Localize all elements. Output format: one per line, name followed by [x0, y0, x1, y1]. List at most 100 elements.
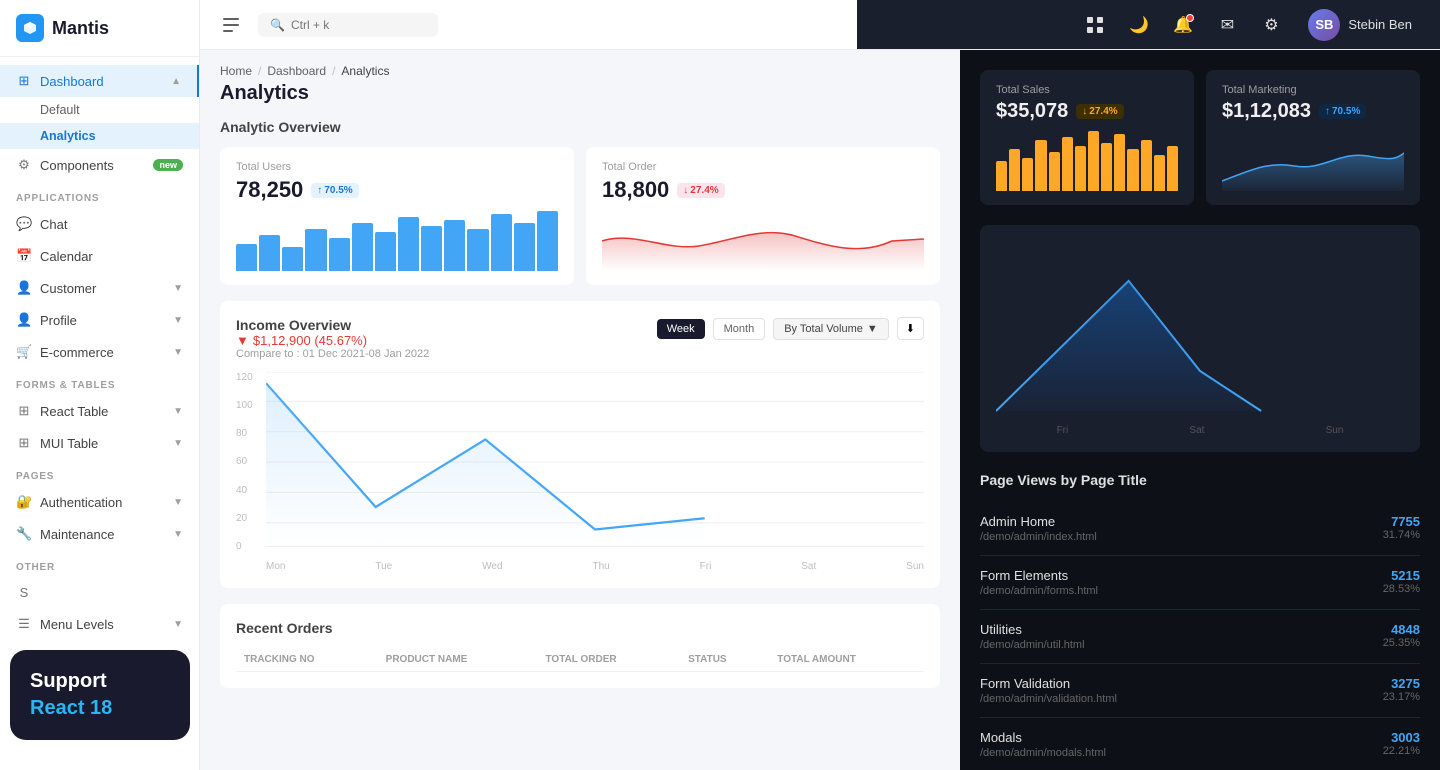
- topnav: 🔍 🌙 🔔 ✉ ⚙ SB Stebin Ben: [200, 0, 1440, 50]
- page-view-count-1: 5215: [1383, 568, 1420, 583]
- volume-button[interactable]: By Total Volume ▼: [773, 318, 889, 340]
- auth-icon: 🔐: [16, 494, 32, 510]
- search-input[interactable]: [291, 18, 411, 32]
- settings-button[interactable]: ⚙: [1256, 10, 1286, 40]
- react-table-label: React Table: [40, 404, 108, 419]
- menu-toggle-button[interactable]: [216, 10, 246, 40]
- sidebar-item-components[interactable]: ⚙ Components new: [0, 149, 199, 181]
- mui-table-label: MUI Table: [40, 436, 98, 451]
- income-controls: Week Month By Total Volume ▼ ⬇: [657, 317, 924, 340]
- stat-card-total-order: Total Order 18,800 ↓ 27.4%: [586, 147, 940, 285]
- page-view-url-2: /demo/admin/util.html: [980, 639, 1085, 651]
- left-panel: Home / Dashboard / Analytics Analytics A…: [200, 50, 960, 770]
- breadcrumb-home[interactable]: Home: [220, 64, 252, 78]
- user-avatar-button[interactable]: SB Stebin Ben: [1300, 5, 1420, 45]
- page-view-item-1: Form Elements /demo/admin/forms.html 521…: [980, 556, 1420, 610]
- ecommerce-icon: 🛒: [16, 344, 32, 360]
- notification-badge: [1186, 14, 1194, 22]
- right-panel: Total Sales $35,078 ↓ 27.4%: [960, 50, 1440, 770]
- theme-toggle-button[interactable]: 🌙: [1124, 10, 1154, 40]
- section-label-applications: Applications: [0, 181, 199, 208]
- x-label-sun: Sun: [906, 561, 924, 572]
- breadcrumb-dashboard[interactable]: Dashboard: [267, 64, 326, 78]
- sidebar-subitem-default[interactable]: Default: [0, 97, 199, 123]
- sidebar-item-ecommerce[interactable]: 🛒 E-commerce ▼: [0, 336, 199, 368]
- dark-stat-card-marketing: Total Marketing $1,12,083 ↑ 70.5%: [1206, 70, 1420, 205]
- dark-income-chart: [996, 241, 1404, 421]
- page-view-url-4: /demo/admin/modals.html: [980, 747, 1106, 759]
- month-button[interactable]: Month: [713, 318, 766, 340]
- sidebar-item-authentication[interactable]: 🔐 Authentication ▼: [0, 486, 199, 518]
- auth-chevron: ▼: [173, 497, 183, 508]
- income-overview-section: Income Overview ▼ $1,12,900 (45.67%) Com…: [220, 301, 940, 588]
- y-label-40: 40: [236, 485, 264, 496]
- y-label-20: 20: [236, 513, 264, 524]
- maintenance-icon: 🔧: [16, 526, 32, 542]
- sidebar-logo[interactable]: Mantis: [0, 0, 199, 57]
- income-compare: Compare to : 01 Dec 2021-08 Jan 2022: [236, 348, 429, 360]
- section-label-other: Other: [0, 550, 199, 577]
- total-users-chart: [236, 211, 558, 271]
- download-button[interactable]: ⬇: [897, 317, 924, 340]
- page-view-count-3: 3275: [1383, 676, 1420, 691]
- main-wrapper: 🔍 🌙 🔔 ✉ ⚙ SB Stebin Ben: [200, 0, 1440, 770]
- total-users-badge: ↑ 70.5%: [311, 183, 358, 198]
- sidebar-item-dashboard[interactable]: ⊞ Dashboard ▲: [0, 65, 199, 97]
- avatar: SB: [1308, 9, 1340, 41]
- sidebar-item-menu-levels[interactable]: ☰ Menu Levels ▼: [0, 608, 199, 640]
- sidebar-item-s[interactable]: S: [0, 577, 199, 608]
- week-button[interactable]: Week: [657, 319, 705, 339]
- support-popup[interactable]: Support React 18: [10, 650, 190, 740]
- y-label-120: 120: [236, 372, 264, 383]
- sales-chart: [996, 131, 1178, 191]
- income-chart: 120 100 80 60 40 20 0: [236, 372, 924, 572]
- menu-levels-label: Menu Levels: [40, 617, 114, 632]
- search-box[interactable]: 🔍: [258, 13, 438, 37]
- page-view-url-3: /demo/admin/validation.html: [980, 693, 1117, 705]
- breadcrumb: Home / Dashboard / Analytics: [200, 50, 960, 78]
- support-title: Support: [30, 670, 170, 693]
- calendar-icon: 📅: [16, 248, 32, 264]
- dark-x-sat: Sat: [1189, 425, 1204, 436]
- page-view-title-0: Admin Home: [980, 514, 1097, 529]
- mail-button[interactable]: ✉: [1212, 10, 1242, 40]
- sidebar-item-mui-table[interactable]: ⊞ MUI Table ▼: [0, 427, 199, 459]
- total-order-badge: ↓ 27.4%: [677, 183, 724, 198]
- profile-label: Profile: [40, 313, 77, 328]
- page-view-title-2: Utilities: [980, 622, 1085, 637]
- support-react18: React 18: [30, 697, 170, 720]
- page-view-title-1: Form Elements: [980, 568, 1098, 583]
- marketing-badge: ↑ 70.5%: [1319, 104, 1366, 119]
- notification-bell-button[interactable]: 🔔: [1168, 10, 1198, 40]
- y-label-80: 80: [236, 428, 264, 439]
- mui-table-icon: ⊞: [16, 435, 32, 451]
- page-view-item-0: Admin Home /demo/admin/index.html 7755 3…: [980, 502, 1420, 556]
- topnav-right: 🌙 🔔 ✉ ⚙ SB Stebin Ben: [1080, 5, 1420, 45]
- sidebar-item-calendar[interactable]: 📅 Calendar: [0, 240, 199, 272]
- menu-levels-chevron: ▼: [173, 619, 183, 630]
- sidebar-item-react-table[interactable]: ⊞ React Table ▼: [0, 395, 199, 427]
- page-view-pct-1: 28.53%: [1383, 583, 1420, 595]
- volume-label: By Total Volume: [784, 323, 863, 335]
- sidebar-subitem-analytics[interactable]: Analytics: [0, 123, 199, 149]
- components-label: Components: [40, 158, 114, 173]
- sidebar-item-chat[interactable]: 💬 Chat: [0, 208, 199, 240]
- breadcrumb-sep2: /: [332, 64, 335, 78]
- logo-text: Mantis: [52, 18, 109, 39]
- page-view-item-3: Form Validation /demo/admin/validation.h…: [980, 664, 1420, 718]
- sidebar-item-profile[interactable]: 👤 Profile ▼: [0, 304, 199, 336]
- total-order-label: Total Order: [602, 161, 924, 173]
- react-table-chevron: ▼: [173, 406, 183, 417]
- apps-icon-button[interactable]: [1080, 10, 1110, 40]
- marketing-chart: [1222, 131, 1404, 191]
- sidebar-item-maintenance[interactable]: 🔧 Maintenance ▼: [0, 518, 199, 550]
- ecommerce-chevron: ▼: [173, 347, 183, 358]
- sales-label: Total Sales: [996, 84, 1178, 96]
- chat-label: Chat: [40, 217, 67, 232]
- auth-label: Authentication: [40, 495, 122, 510]
- sidebar-item-customer[interactable]: 👤 Customer ▼: [0, 272, 199, 304]
- total-users-badge-value: 70.5%: [324, 185, 352, 196]
- recent-orders-title: Recent Orders: [236, 620, 924, 636]
- sales-badge: ↓ 27.4%: [1076, 104, 1123, 119]
- page-view-pct-2: 25.35%: [1383, 637, 1420, 649]
